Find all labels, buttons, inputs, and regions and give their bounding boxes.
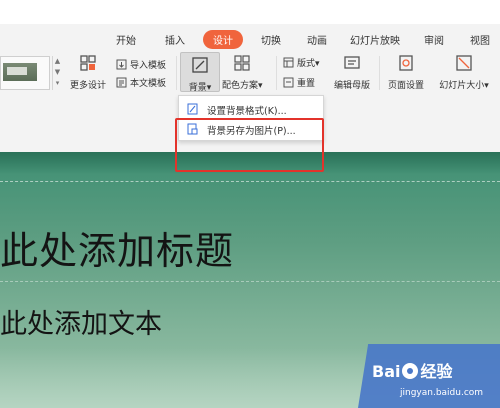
gallery-more-icon[interactable]: ▾ xyxy=(53,78,62,89)
tab-review[interactable]: 审阅 xyxy=(424,32,444,47)
slide-size-button[interactable]: 幻灯片大小▾ xyxy=(436,54,492,91)
watermark-url: jingyan.baidu.com xyxy=(400,388,484,398)
slide-subtitle[interactable]: 此处添加文本 xyxy=(0,302,162,341)
toolbar-divider xyxy=(276,56,277,90)
placeholder-guide xyxy=(0,181,500,182)
background-button[interactable]: 背景▾ xyxy=(180,52,220,93)
tab-transition[interactable]: 切换 xyxy=(261,32,281,47)
text-template-label: 本文模板 xyxy=(130,79,167,89)
paw-icon xyxy=(402,363,419,379)
more-design-icon xyxy=(80,55,96,71)
watermark-logo: Bai 经验 xyxy=(372,362,453,381)
slide-title[interactable]: 此处添加标题 xyxy=(0,220,234,275)
menu-item-set-background-format[interactable]: 设置背景格式(K)... xyxy=(179,100,325,118)
annotation-highlight-box xyxy=(175,118,324,172)
slide-canvas[interactable]: 此处添加标题 此处添加文本 Bai 经验 jingyan.baidu.com xyxy=(0,152,500,408)
tab-home[interactable]: 开始 xyxy=(116,32,136,47)
tab-view[interactable]: 视图 xyxy=(470,32,490,47)
design-theme-thumbnail[interactable] xyxy=(0,56,50,90)
layout-button[interactable]: 版式▾ xyxy=(283,56,320,70)
reset-icon xyxy=(283,77,294,88)
edit-master-label: 编辑母版 xyxy=(333,81,370,91)
import-template-button[interactable]: 导入模板 xyxy=(116,58,166,72)
more-design-label: 更多设计 xyxy=(69,81,106,91)
color-scheme-icon xyxy=(234,55,250,71)
layout-label: 版式 xyxy=(297,59,316,69)
slide-size-label: 幻灯片大小▾ xyxy=(439,81,489,91)
page-setup-label: 页面设置 xyxy=(387,81,424,91)
top-bar xyxy=(0,0,500,24)
scroll-down-icon[interactable]: ▼ xyxy=(53,67,62,78)
tab-slideshow[interactable]: 幻灯片放映 xyxy=(350,32,400,47)
import-template-icon xyxy=(116,59,127,70)
reset-button[interactable]: 重置 xyxy=(283,76,315,90)
color-scheme-button[interactable]: 配色方案▾ xyxy=(222,54,263,91)
slide-size-icon xyxy=(456,55,472,71)
edit-master-icon xyxy=(344,56,360,69)
import-template-label: 导入模板 xyxy=(130,61,167,71)
tab-animation[interactable]: 动画 xyxy=(307,32,327,47)
layout-icon xyxy=(283,57,294,68)
menu-item-label: 设置背景格式(K)... xyxy=(207,106,287,117)
toolbar-divider xyxy=(176,56,177,90)
color-scheme-label: 配色方案▾ xyxy=(222,81,263,91)
ribbon-toolbar: ▲ ▼ ▾ 更多设计 导入模板 本文模板 背景▾ 配色方案▾ 版式▾ 重置 编辑… xyxy=(0,52,500,96)
text-template-icon xyxy=(116,77,127,88)
tab-insert[interactable]: 插入 xyxy=(165,32,185,47)
bg-format-icon xyxy=(187,103,198,115)
page-setup-icon xyxy=(399,55,413,71)
ribbon-tabs: 开始 插入 设计 切换 动画 幻灯片放映 审阅 视图 xyxy=(0,30,500,52)
theme-gallery-scroll[interactable]: ▲ ▼ ▾ xyxy=(52,56,62,90)
more-design-button[interactable]: 更多设计 xyxy=(68,54,108,91)
edit-master-button[interactable]: 编辑母版 xyxy=(332,54,372,91)
background-label: 背景▾ xyxy=(188,83,212,93)
text-template-button[interactable]: 本文模板 xyxy=(116,76,166,90)
background-icon xyxy=(192,57,208,73)
scroll-up-icon[interactable]: ▲ xyxy=(53,56,62,67)
toolbar-divider xyxy=(379,56,380,90)
page-setup-button[interactable]: 页面设置 xyxy=(386,54,426,91)
theme-preview-image xyxy=(3,63,37,81)
title-placeholder[interactable]: 此处添加标题 xyxy=(0,212,500,282)
tab-design[interactable]: 设计 xyxy=(203,30,243,49)
reset-label: 重置 xyxy=(297,79,316,89)
